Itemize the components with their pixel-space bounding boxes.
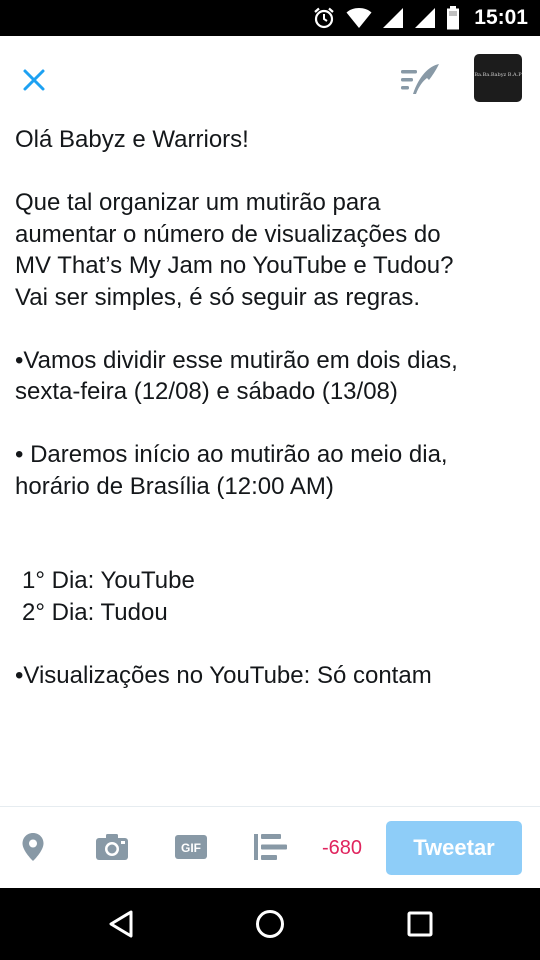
tweet-line: aumentar o número de visualizações do — [15, 220, 441, 248]
tweet-line: Vai ser simples, é só seguir as regras. — [15, 283, 421, 311]
close-button[interactable] — [12, 58, 56, 102]
gif-icon: GIF — [175, 835, 207, 859]
signal-icon — [414, 7, 436, 29]
recents-button[interactable] — [396, 900, 444, 948]
navigation-bar — [0, 888, 540, 960]
account-avatar[interactable]: Ba.Ba.Babyz B.A.P — [474, 54, 522, 102]
recents-icon — [407, 911, 433, 937]
compose-header: Ba.Ba.Babyz B.A.P — [0, 36, 540, 124]
tweet-line: Olá Babyz e Warriors! — [15, 126, 249, 153]
tweet-line: Que tal organizar um mutirão para — [15, 189, 381, 216]
close-icon — [23, 69, 45, 91]
avatar-text: Ba.Ba.Babyz B.A.P — [474, 72, 522, 78]
back-button[interactable] — [97, 900, 145, 948]
tweet-text-area[interactable]: Olá Babyz e Warriors! Que tal organizar … — [15, 124, 530, 806]
signal-icon — [382, 7, 404, 29]
alarm-icon — [312, 6, 336, 30]
camera-button[interactable] — [92, 827, 132, 867]
drafts-quill-icon — [401, 64, 439, 94]
home-icon — [256, 910, 284, 938]
drafts-button[interactable] — [396, 56, 444, 104]
tweet-button[interactable]: Tweetar — [386, 821, 522, 875]
camera-icon — [96, 834, 128, 860]
back-icon — [109, 910, 133, 938]
status-time: 15:01 — [474, 6, 528, 29]
tweet-line: 2° Dia: Tudou — [22, 598, 168, 626]
tweet-line: •Visualizações no YouTube: Só contam — [15, 661, 432, 689]
poll-button[interactable] — [250, 827, 290, 867]
compose-toolbar: GIF -680 Tweetar — [0, 806, 540, 888]
poll-icon — [254, 834, 287, 860]
location-button[interactable] — [13, 827, 53, 867]
gif-button[interactable]: GIF — [171, 827, 211, 867]
status-icons: 15:01 — [312, 0, 528, 36]
tweet-line: • Daremos início ao mutirão ao meio dia, — [15, 441, 448, 468]
home-button[interactable] — [246, 900, 294, 948]
tweet-line: MV That’s My Jam no YouTube e Tudou? — [15, 252, 454, 279]
wifi-icon — [346, 7, 372, 29]
tweet-line: horário de Brasília (12:00 AM) — [15, 472, 334, 500]
gif-label: GIF — [181, 841, 201, 855]
character-counter: -680 — [322, 837, 363, 859]
tweet-line: •Vamos dividir esse mutirão em dois dias… — [15, 346, 458, 374]
status-bar: 15:01 — [0, 0, 540, 36]
tweet-line: 1° Dia: YouTube — [22, 567, 195, 594]
battery-icon — [446, 6, 460, 30]
tweet-line: sexta-feira (12/08) e sábado (13/08) — [15, 378, 398, 405]
location-icon — [22, 833, 44, 861]
